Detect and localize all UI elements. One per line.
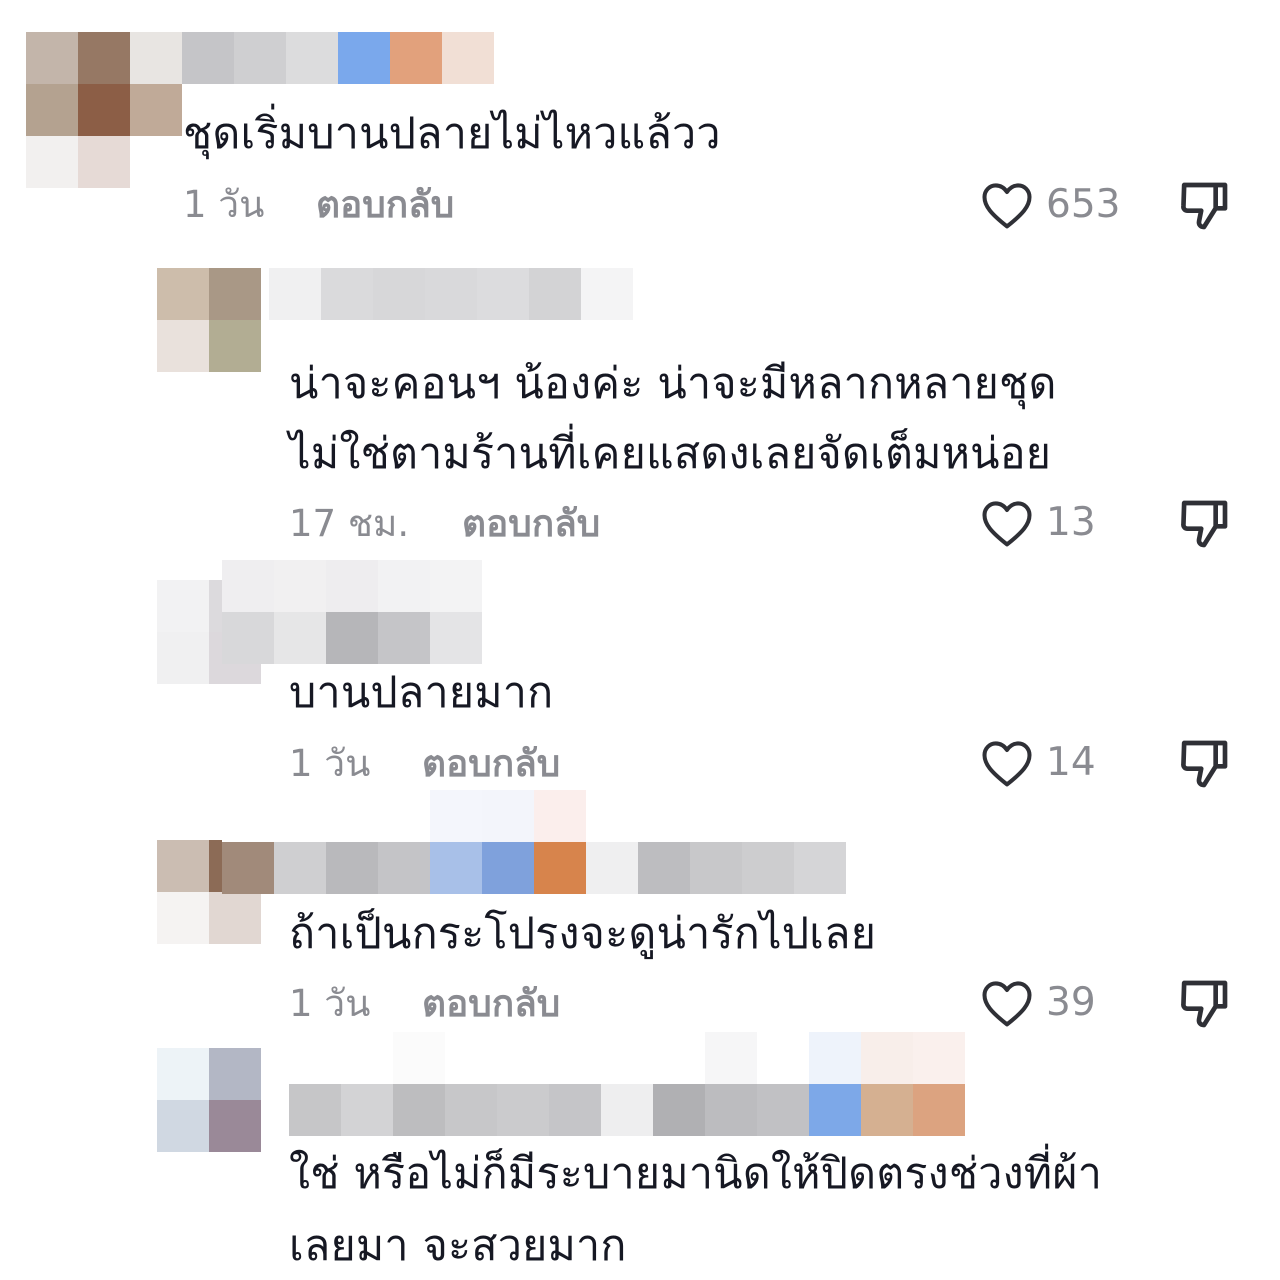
avatar-censored[interactable]	[157, 268, 261, 372]
like-button[interactable]: 13	[980, 497, 1096, 549]
reply-button[interactable]: ตอบกลับ	[316, 183, 454, 227]
username-censored[interactable]	[222, 790, 898, 894]
comment-timestamp: 17 ชม.	[289, 502, 410, 545]
thumbs-down-icon[interactable]	[1176, 178, 1232, 234]
comment-text-line: ไม่ใช่ตามร้านที่เคยแสดงเลยจัดเต็มหน่อย	[289, 429, 1052, 479]
thumbs-down-icon[interactable]	[1176, 736, 1232, 792]
like-count: 653	[1046, 182, 1121, 227]
comment-text-line: เลยมา จะสวยมาก	[289, 1221, 627, 1271]
username-censored[interactable]	[222, 560, 534, 664]
reply-button[interactable]: ตอบกลับ	[422, 982, 560, 1026]
heart-outline-icon	[982, 981, 1032, 1027]
comment-text-line: น่าจะคอนฯ น้องค่ะ น่าจะมีหลากหลายชุด	[289, 359, 1057, 409]
like-button[interactable]: 14	[980, 737, 1096, 789]
heart-outline-icon	[982, 741, 1032, 787]
like-count: 39	[1046, 980, 1096, 1025]
comment-timestamp: 1 วัน	[289, 742, 371, 785]
like-button[interactable]: 39	[980, 977, 1096, 1029]
comment-text: ถ้าเป็นกระโปรงจะดูน่ารักไปเลย	[289, 909, 877, 959]
heart-outline-icon	[982, 501, 1032, 547]
comment-timestamp: 1 วัน	[183, 183, 265, 226]
reply-button[interactable]: ตอบกลับ	[462, 502, 600, 546]
reply-button[interactable]: ตอบกลับ	[422, 742, 560, 786]
like-count: 13	[1046, 500, 1096, 545]
comment-text: บานปลายมาก	[289, 668, 554, 718]
comment-text: ชุดเริ่มบานปลายไม่ไหวแล้วว	[183, 109, 721, 159]
comment-text-line: ใช่ หรือไม่ก็มีระบายมานิดให้ปิดตรงช่วงที…	[289, 1149, 1103, 1199]
comment-timestamp: 1 วัน	[289, 982, 371, 1025]
heart-outline-icon	[982, 183, 1032, 229]
thumbs-down-icon[interactable]	[1176, 496, 1232, 552]
username-censored[interactable]	[26, 32, 494, 84]
username-censored[interactable]	[289, 1032, 965, 1136]
avatar-censored[interactable]	[26, 84, 182, 188]
like-count: 14	[1046, 740, 1096, 785]
thumbs-down-icon[interactable]	[1176, 976, 1232, 1032]
avatar-censored[interactable]	[157, 1048, 261, 1152]
like-button[interactable]: 653	[980, 179, 1120, 231]
username-censored[interactable]	[269, 268, 633, 320]
